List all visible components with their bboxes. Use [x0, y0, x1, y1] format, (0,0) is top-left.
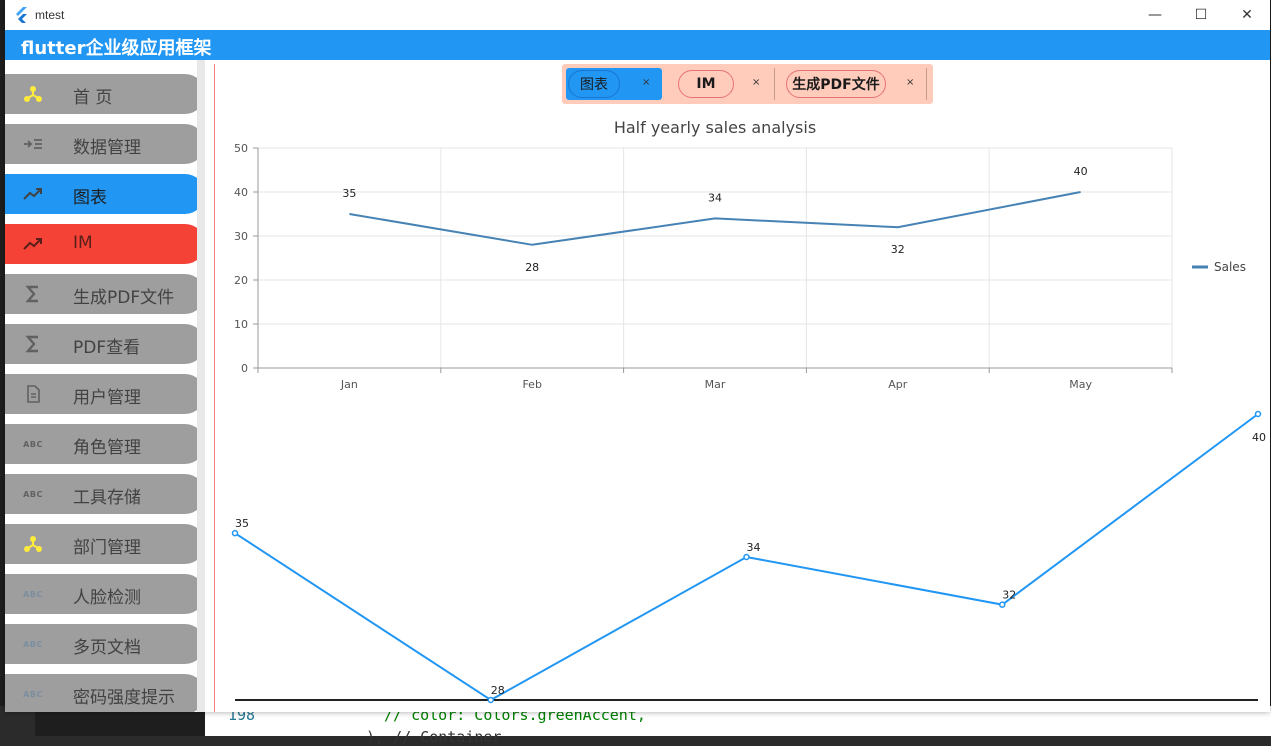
- x-tick-label: May: [1069, 378, 1092, 391]
- close-button[interactable]: ✕: [1224, 0, 1270, 30]
- data-point: [231, 529, 239, 537]
- tab-separator: [774, 68, 775, 100]
- abc-text: ABC: [23, 489, 43, 499]
- data-label: 40: [1074, 165, 1088, 178]
- sidebar-item[interactable]: 用户管理: [5, 374, 205, 414]
- sidebar-item[interactable]: 数据管理: [5, 124, 205, 164]
- tab-chart-close-icon[interactable]: ×: [642, 77, 650, 88]
- data-point: [1254, 410, 1262, 418]
- sidebar-item-label: IM: [73, 233, 93, 253]
- data-label: 28: [525, 261, 539, 274]
- sidebar-item[interactable]: 生成PDF文件: [5, 274, 205, 314]
- indent-list-icon: [21, 134, 45, 154]
- sidebar-item[interactable]: ABC 人脸检测: [5, 574, 205, 614]
- data-label: 35: [235, 517, 249, 530]
- tab-pdf[interactable]: 生成PDF文件 ×: [784, 68, 924, 100]
- abc-icon: ABC: [21, 684, 45, 704]
- data-label: 32: [891, 243, 905, 256]
- tab-bar: 图表 × IM × 生成PDF文件 ×: [562, 64, 933, 104]
- x-tick-label: Apr: [888, 378, 908, 391]
- sidebar-scrollbar[interactable]: [197, 60, 205, 712]
- sidebar-item[interactable]: 部门管理: [5, 524, 205, 564]
- data-label: 34: [708, 191, 722, 204]
- trending-up-icon: [21, 234, 45, 254]
- y-tick-label: 10: [234, 318, 248, 331]
- sidebar-item-label: PDF查看: [73, 338, 141, 358]
- sidebar-item[interactable]: ABC 密码强度提示: [5, 674, 205, 712]
- data-point: [743, 553, 750, 561]
- abc-text: ABC: [23, 439, 43, 449]
- y-tick-label: 20: [234, 274, 248, 287]
- trending-up-icon: [21, 184, 45, 204]
- hub-icon: [21, 534, 45, 554]
- tab-chart-label[interactable]: 图表: [568, 70, 620, 98]
- y-tick-label: 50: [234, 142, 248, 155]
- sidebar-item[interactable]: ABC 多页文档: [5, 624, 205, 664]
- app-title: flutter企业级应用框架: [21, 38, 212, 59]
- tab-pdf-label[interactable]: 生成PDF文件: [786, 70, 886, 98]
- hub-icon: [21, 84, 45, 104]
- abc-icon: ABC: [21, 484, 45, 504]
- tab-pdf-close-icon[interactable]: ×: [906, 77, 914, 88]
- y-tick-label: 40: [234, 186, 248, 199]
- flutter-logo-icon: [16, 7, 27, 23]
- sales-trend-chart: 35 28 34 32 40: [231, 410, 1266, 704]
- abc-icon: ABC: [21, 584, 45, 604]
- sidebar-item-label: 生成PDF文件: [73, 288, 175, 308]
- tab-im-close-icon[interactable]: ×: [752, 77, 760, 88]
- data-label: 40: [1252, 431, 1266, 444]
- editor-code-line-2: ), // Container: [366, 728, 502, 746]
- maximize-button[interactable]: ☐: [1178, 0, 1224, 30]
- abc-text: ABC: [23, 589, 43, 599]
- abc-icon: ABC: [21, 634, 45, 654]
- data-point: [999, 601, 1006, 608]
- data-label: 35: [342, 187, 356, 200]
- title-bar: mtest — ☐ ✕: [5, 0, 1270, 30]
- legend-label: Sales: [1214, 260, 1246, 274]
- sidebar-item[interactable]: ABC 角色管理: [5, 424, 205, 464]
- x-tick-label: Feb: [522, 378, 541, 391]
- abc-text: ABC: [23, 689, 43, 699]
- data-label: 32: [1002, 589, 1016, 602]
- y-tick-label: 0: [241, 362, 248, 375]
- x-tick-label: Jan: [340, 378, 358, 391]
- sidebar-item[interactable]: ABC 工具存储: [5, 474, 205, 514]
- app-window: mtest — ☐ ✕ flutter企业级应用框架 首 页数据管理 图表 IM 生成…: [5, 0, 1270, 712]
- sidebar-item-label: 人脸检测: [73, 588, 141, 608]
- sidebar: 首 页数据管理图表 IM 生成PDF文件 PDF查看用户管理 ABC 角色管理 ABC 工具存…: [5, 60, 215, 712]
- sidebar-item-label: 工具存储: [73, 488, 141, 508]
- tab-im[interactable]: IM ×: [676, 68, 772, 100]
- window-title: mtest: [35, 8, 65, 22]
- sales-line-chart: Half yearly sales analysis 0 10 20 30 40 50 Jan…: [234, 118, 1246, 391]
- tab-separator: [926, 68, 927, 100]
- sidebar-item-label: 用户管理: [73, 388, 141, 408]
- app-bar: flutter企业级应用框架: [5, 30, 1270, 60]
- document-icon: [21, 384, 45, 404]
- sigma-icon: [21, 284, 45, 304]
- abc-text: ABC: [23, 639, 43, 649]
- data-point: [487, 696, 494, 704]
- sidebar-item[interactable]: 首 页: [5, 74, 205, 114]
- tab-chart[interactable]: 图表 ×: [566, 68, 662, 100]
- y-tick-label: 30: [234, 230, 248, 243]
- sidebar-item-label: 首 页: [73, 88, 113, 108]
- sidebar-item[interactable]: 图表: [5, 174, 205, 214]
- sidebar-item[interactable]: IM: [5, 224, 205, 264]
- sidebar-item-label: 数据管理: [73, 138, 141, 158]
- minimize-button[interactable]: —: [1132, 0, 1178, 30]
- x-tick-label: Mar: [705, 378, 726, 391]
- sidebar-item-label: 密码强度提示: [73, 688, 175, 708]
- data-label: 28: [491, 684, 505, 697]
- tab-im-label[interactable]: IM: [678, 70, 734, 98]
- sidebar-item-label: 部门管理: [73, 538, 141, 558]
- sigma-icon: [21, 334, 45, 354]
- sidebar-item-label: 角色管理: [73, 438, 141, 458]
- chart-title: Half yearly sales analysis: [614, 118, 816, 137]
- sidebar-item[interactable]: PDF查看: [5, 324, 205, 364]
- sidebar-item-label: 多页文档: [73, 638, 141, 658]
- abc-icon: ABC: [21, 434, 45, 454]
- sidebar-item-label: 图表: [73, 188, 107, 208]
- data-label: 34: [747, 541, 761, 554]
